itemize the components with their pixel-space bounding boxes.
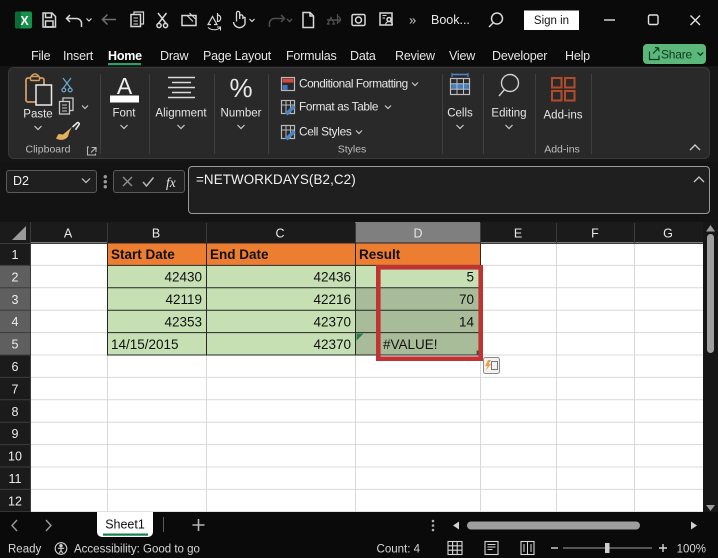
- svg-text:8: 8: [12, 405, 19, 419]
- svg-text:G: G: [663, 227, 673, 241]
- svg-text:View: View: [449, 49, 476, 63]
- svg-text:Ready: Ready: [8, 544, 41, 556]
- svg-text:Count: 4: Count: 4: [377, 544, 421, 556]
- svg-text:Page Layout: Page Layout: [203, 49, 272, 63]
- svg-text:Insert: Insert: [63, 49, 94, 63]
- svg-text:Sign in: Sign in: [534, 15, 569, 27]
- svg-text:B: B: [152, 227, 160, 241]
- svg-text:Paste: Paste: [23, 109, 52, 121]
- svg-text:A: A: [64, 227, 73, 241]
- svg-text:Font: Font: [112, 108, 136, 120]
- svg-text:42370: 42370: [313, 314, 351, 329]
- svg-text:Start Date: Start Date: [111, 247, 175, 262]
- svg-text:2: 2: [12, 270, 19, 284]
- svg-text:Alignment: Alignment: [155, 108, 207, 120]
- svg-text:70: 70: [459, 292, 474, 307]
- svg-text:Accessibility: Good to go: Accessibility: Good to go: [74, 544, 200, 556]
- svg-text:Sheet1: Sheet1: [105, 518, 145, 532]
- svg-text:42370: 42370: [313, 337, 351, 352]
- svg-text:42430: 42430: [164, 270, 202, 285]
- svg-text:Review: Review: [395, 49, 436, 63]
- svg-text:#VALUE!: #VALUE!: [383, 337, 438, 352]
- svg-text:File: File: [31, 49, 51, 63]
- svg-text:Cells: Cells: [447, 108, 473, 120]
- svg-text:Number: Number: [221, 108, 262, 120]
- svg-text:11: 11: [9, 472, 22, 486]
- svg-text:A: A: [117, 73, 133, 99]
- svg-text:Styles: Styles: [338, 144, 367, 156]
- svg-text:Formulas: Formulas: [286, 49, 337, 63]
- svg-text:Clipboard: Clipboard: [26, 144, 71, 156]
- svg-text:Add-ins: Add-ins: [544, 144, 580, 156]
- svg-text:Conditional Formatting: Conditional Formatting: [299, 77, 408, 91]
- svg-text:42436: 42436: [313, 270, 351, 285]
- svg-text:Home: Home: [108, 49, 142, 63]
- svg-text:»: »: [409, 13, 416, 28]
- svg-text:End Date: End Date: [210, 247, 269, 262]
- svg-text:4: 4: [12, 315, 19, 329]
- svg-text:9: 9: [12, 427, 19, 441]
- svg-text:Help: Help: [565, 49, 590, 63]
- svg-text:Developer: Developer: [492, 49, 547, 63]
- svg-text:5: 5: [466, 270, 474, 285]
- svg-text:Book...: Book...: [431, 13, 470, 27]
- svg-text:42216: 42216: [313, 292, 351, 307]
- svg-text:5: 5: [12, 338, 19, 352]
- svg-text:42119: 42119: [165, 292, 202, 307]
- svg-text:1: 1: [12, 248, 19, 262]
- svg-text:C: C: [275, 227, 284, 241]
- svg-text:fx: fx: [166, 175, 176, 190]
- svg-text:E: E: [514, 227, 522, 241]
- svg-text:12: 12: [8, 494, 22, 508]
- svg-text:14/15/2015: 14/15/2015: [111, 337, 179, 352]
- svg-text:7: 7: [12, 382, 19, 396]
- svg-text:Draw: Draw: [160, 49, 190, 63]
- svg-text:100%: 100%: [677, 544, 706, 556]
- svg-text:%: %: [229, 73, 252, 103]
- svg-text:Editing: Editing: [491, 108, 526, 120]
- svg-text:Cell Styles: Cell Styles: [299, 125, 352, 139]
- svg-text:42353: 42353: [164, 314, 202, 329]
- svg-text:Add-ins: Add-ins: [544, 110, 583, 122]
- svg-text:14: 14: [459, 314, 475, 329]
- svg-text:Share: Share: [661, 48, 693, 62]
- svg-text:Result: Result: [359, 247, 401, 262]
- svg-text:10: 10: [8, 450, 22, 464]
- svg-text:F: F: [591, 227, 599, 241]
- svg-text:X: X: [20, 14, 29, 28]
- svg-text:3: 3: [12, 293, 19, 307]
- svg-text:Data: Data: [350, 49, 376, 63]
- svg-text:D: D: [413, 227, 422, 241]
- svg-text:Format as Table: Format as Table: [299, 100, 379, 114]
- svg-text:6: 6: [12, 360, 19, 374]
